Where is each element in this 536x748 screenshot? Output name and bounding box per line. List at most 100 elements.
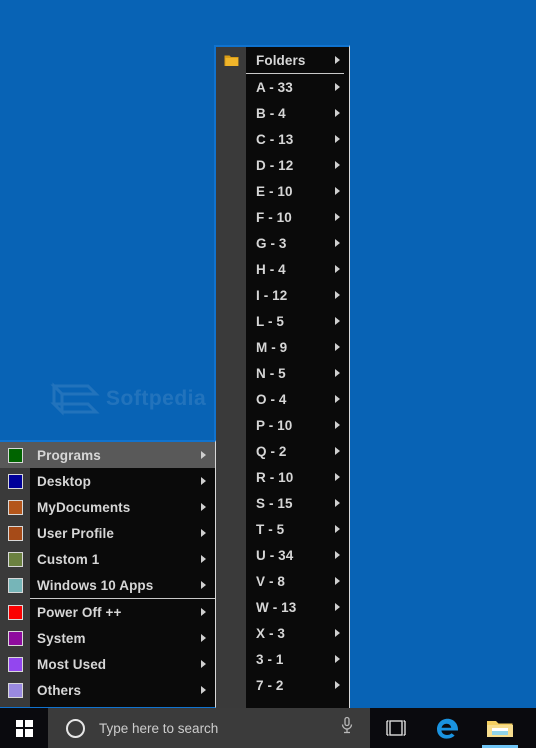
folders-submenu-item-label: F - 10	[256, 209, 292, 225]
folders-submenu-item[interactable]: X - 3	[216, 620, 349, 646]
color-swatch-icon	[7, 525, 23, 541]
folders-submenu-item[interactable]: 3 - 1	[216, 646, 349, 672]
folders-submenu-item[interactable]: C - 13	[216, 126, 349, 152]
start-button[interactable]	[0, 708, 48, 748]
folders-submenu-item[interactable]: E - 10	[216, 178, 349, 204]
folders-submenu-item[interactable]: R - 10	[216, 464, 349, 490]
color-swatch-cell	[0, 572, 30, 598]
edge-browser-icon[interactable]	[422, 708, 474, 748]
folders-item-icon-cell	[216, 516, 246, 542]
chevron-right-icon	[335, 551, 340, 559]
desktop-background: Softpedia Folders A - 33 B - 4 C - 13 D - 12…	[0, 0, 536, 748]
chevron-right-icon	[201, 660, 206, 668]
folders-submenu-item[interactable]: 7 - 2	[216, 672, 349, 698]
folders-submenu-item-label: G - 3	[256, 235, 287, 251]
start-menu-item[interactable]: Power Off ++	[0, 599, 215, 625]
folder-icon	[224, 55, 238, 66]
cortana-circle-icon[interactable]	[66, 718, 85, 738]
start-menu-item[interactable]: Most Used	[0, 651, 215, 677]
chevron-right-icon	[201, 477, 206, 485]
chevron-right-icon	[335, 395, 340, 403]
watermark-logo: Softpedia	[48, 378, 218, 422]
folders-submenu-item[interactable]: U - 34	[216, 542, 349, 568]
start-menu-item[interactable]: System	[0, 625, 215, 651]
start-menu-item[interactable]: Windows 10 Apps	[0, 572, 215, 598]
start-menu-item[interactable]: MyDocuments	[0, 494, 215, 520]
folders-submenu-item-label: A - 33	[256, 79, 293, 95]
folders-submenu-item[interactable]: P - 10	[216, 412, 349, 438]
chevron-right-icon	[335, 291, 340, 299]
folders-item-icon-cell	[216, 568, 246, 594]
folders-item-icon-cell	[216, 672, 246, 698]
folders-item-icon-cell	[216, 152, 246, 178]
folders-submenu-item-label: R - 10	[256, 469, 294, 485]
color-swatch-icon	[7, 577, 23, 593]
folders-submenu-item-label: I - 12	[256, 287, 288, 303]
chevron-right-icon	[335, 83, 340, 91]
folders-item-icon-cell	[216, 282, 246, 308]
microphone-icon[interactable]	[340, 716, 354, 740]
start-menu-item[interactable]: User Profile	[0, 520, 215, 546]
chevron-right-icon	[201, 634, 206, 642]
color-swatch-icon	[7, 656, 23, 672]
taskbar: Type here to search	[0, 708, 536, 748]
folders-submenu-item[interactable]: Q - 2	[216, 438, 349, 464]
search-input[interactable]: Type here to search	[48, 708, 370, 748]
watermark-text: Softpedia	[106, 387, 207, 410]
start-menu-item[interactable]: Custom 1	[0, 546, 215, 572]
folders-submenu-item[interactable]: S - 15	[216, 490, 349, 516]
folders-submenu-header[interactable]: Folders	[216, 47, 349, 73]
color-swatch-cell	[0, 442, 30, 468]
start-menu-item-label: Others	[37, 682, 82, 698]
folders-submenu-item[interactable]: O - 4	[216, 386, 349, 412]
chevron-right-icon	[201, 686, 206, 694]
folders-submenu-item[interactable]: T - 5	[216, 516, 349, 542]
folders-submenu-item[interactable]: G - 3	[216, 230, 349, 256]
folders-submenu-item[interactable]: B - 4	[216, 100, 349, 126]
folders-submenu-item[interactable]: L - 5	[216, 308, 349, 334]
folders-item-icon-cell	[216, 594, 246, 620]
color-swatch-icon	[7, 473, 23, 489]
folders-submenu-item[interactable]: H - 4	[216, 256, 349, 282]
folders-submenu-item[interactable]: M - 9	[216, 334, 349, 360]
folders-submenu-item[interactable]: F - 10	[216, 204, 349, 230]
task-view-icon[interactable]	[370, 708, 422, 748]
folders-submenu-item[interactable]: D - 12	[216, 152, 349, 178]
chevron-right-icon	[335, 421, 340, 429]
color-swatch-icon	[7, 551, 23, 567]
folders-submenu-header-label: Folders	[256, 52, 306, 68]
folders-submenu-item-label: B - 4	[256, 105, 286, 121]
color-swatch-icon	[7, 604, 23, 620]
folders-submenu-item-label: P - 10	[256, 417, 293, 433]
start-menu-item[interactable]: Programs	[0, 442, 215, 468]
chevron-right-icon	[201, 503, 206, 511]
folders-submenu-item[interactable]: N - 5	[216, 360, 349, 386]
folders-item-icon-cell	[216, 620, 246, 646]
start-menu-item[interactable]: Others	[0, 677, 215, 703]
folders-submenu-item[interactable]: W - 13	[216, 594, 349, 620]
chevron-right-icon	[335, 473, 340, 481]
start-menu-item-label: MyDocuments	[37, 499, 131, 515]
start-menu-item-label: Desktop	[37, 473, 91, 489]
chevron-right-icon	[335, 135, 340, 143]
color-swatch-cell	[0, 468, 30, 494]
start-menu-panel[interactable]: Programs Desktop MyDocuments User Profile Cu…	[0, 440, 216, 708]
folders-submenu-item[interactable]: A - 33	[216, 74, 349, 100]
start-menu-item-label: Most Used	[37, 656, 107, 672]
watermark-glyph	[50, 382, 100, 416]
color-swatch-cell	[0, 546, 30, 572]
chevron-right-icon	[335, 317, 340, 325]
folders-submenu-item-label: 7 - 2	[256, 677, 284, 693]
folders-item-icon-cell	[216, 542, 246, 568]
color-swatch-icon	[7, 499, 23, 515]
folders-submenu-item[interactable]: V - 8	[216, 568, 349, 594]
windows-logo-icon	[15, 719, 33, 737]
file-explorer-icon[interactable]	[474, 708, 526, 748]
start-menu-item[interactable]: Desktop	[0, 468, 215, 494]
chevron-right-icon	[335, 603, 340, 611]
chevron-right-icon	[335, 265, 340, 273]
folders-submenu[interactable]: Folders A - 33 B - 4 C - 13 D - 12 E - 10 F - …	[214, 45, 350, 708]
folders-submenu-item-label: Q - 2	[256, 443, 287, 459]
chevron-right-icon	[201, 555, 206, 563]
folders-submenu-item[interactable]: I - 12	[216, 282, 349, 308]
